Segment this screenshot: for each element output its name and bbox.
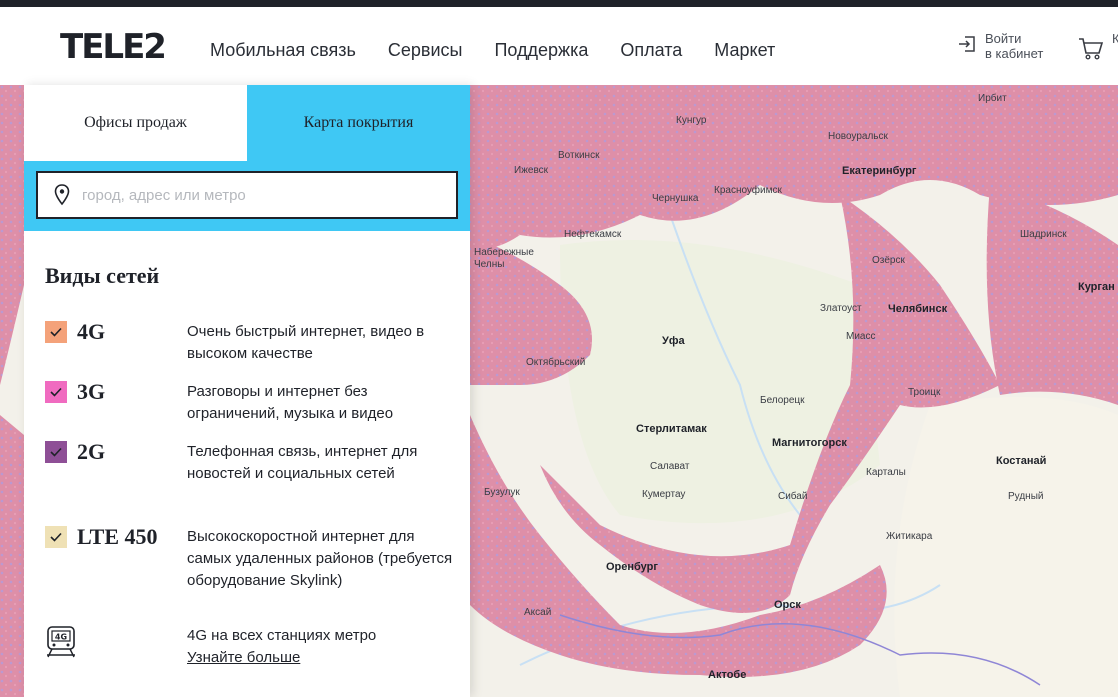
- tab-coverage-map[interactable]: Карта покрытия: [247, 85, 470, 161]
- network-description: Очень быстрый интернет, видео в высоком …: [187, 323, 425, 362]
- city-label: Ижевск: [514, 165, 549, 176]
- cart-label: К: [1112, 31, 1118, 46]
- checkbox-lte450[interactable]: [45, 526, 67, 548]
- city-label: Житикара: [886, 531, 933, 542]
- city-label: Рудный: [1008, 491, 1044, 502]
- learn-more-link[interactable]: Узнайте больше: [187, 647, 376, 669]
- login-line2: в кабинет: [985, 46, 1044, 61]
- network-description: Телефонная связь, интернет для новостей …: [187, 443, 418, 482]
- nav-support[interactable]: Поддержка: [494, 40, 588, 61]
- city-label: Уфа: [662, 335, 685, 347]
- city-label: Стерлитамак: [636, 423, 707, 435]
- location-pin-icon: [54, 184, 70, 206]
- network-name: 2G: [77, 439, 106, 464]
- metro-text: 4G на всех станциях метро: [187, 627, 377, 644]
- nav-mobile[interactable]: Мобильная связь: [210, 40, 356, 61]
- main-nav: Мобильная связь Сервисы Поддержка Оплата…: [210, 40, 807, 61]
- city-label: Челябинск: [888, 303, 948, 315]
- city-label: Октябрьский: [526, 357, 586, 368]
- coverage-panel: Офисы продаж Карта покрытия Виды сетей 4…: [24, 85, 470, 697]
- city-label: Кунгур: [676, 115, 707, 126]
- city-label: Салават: [650, 461, 690, 472]
- network-description: Разговоры и интернет без ограничений, му…: [187, 383, 394, 422]
- search-area: [24, 161, 470, 231]
- checkbox-2g[interactable]: [45, 441, 67, 463]
- city-label: Орск: [774, 599, 801, 611]
- city-label: Набережные Челны: [474, 247, 534, 270]
- panel-tabs: Офисы продаж Карта покрытия: [24, 85, 470, 161]
- city-label: Нефтекамск: [564, 229, 622, 240]
- cart-icon: [1079, 38, 1104, 60]
- nav-services[interactable]: Сервисы: [388, 40, 463, 61]
- address-search-input[interactable]: [82, 186, 442, 204]
- checkbox-4g[interactable]: [45, 321, 67, 343]
- site-header: TELE2 Мобильная связь Сервисы Поддержка …: [0, 7, 1118, 85]
- check-icon: [50, 532, 62, 542]
- network-name: LTE 450: [77, 524, 158, 549]
- check-icon: [50, 327, 62, 337]
- city-label: Костанай: [996, 455, 1047, 467]
- city-label: Екатеринбург: [842, 165, 917, 177]
- login-button[interactable]: Войти в кабинет: [958, 31, 1043, 61]
- network-description: Высокоскоростной интернет для самых удал…: [187, 528, 453, 589]
- city-label: Сибай: [778, 491, 808, 502]
- network-name: 4G: [77, 319, 106, 344]
- city-label: Красноуфимск: [714, 185, 782, 196]
- nav-market[interactable]: Маркет: [714, 40, 775, 61]
- network-types-title: Виды сетей: [45, 263, 160, 288]
- city-label: Оренбург: [606, 561, 658, 573]
- city-label: Кумертау: [642, 489, 686, 500]
- city-label: Актобе: [708, 669, 747, 681]
- city-label: Новоуральск: [828, 131, 888, 142]
- metro-train-icon: 4G: [47, 626, 75, 658]
- city-label: Магнитогорск: [772, 437, 847, 449]
- city-label: Курган: [1078, 281, 1115, 293]
- top-strip: [0, 0, 1118, 7]
- city-label: Бузулук: [484, 487, 520, 498]
- cart-button[interactable]: [1078, 37, 1104, 66]
- checkbox-3g[interactable]: [45, 381, 67, 403]
- city-label: Белорецк: [760, 395, 805, 406]
- city-label: Воткинск: [558, 150, 600, 161]
- city-label: Карталы: [866, 467, 906, 478]
- city-label: Озёрск: [872, 255, 905, 266]
- city-label: Аксай: [524, 607, 552, 618]
- tele2-logo[interactable]: TELE2: [60, 27, 167, 67]
- check-icon: [50, 447, 62, 457]
- city-label: Троицк: [908, 387, 941, 398]
- city-label: Шадринск: [1020, 229, 1067, 240]
- nav-payment[interactable]: Оплата: [620, 40, 682, 61]
- check-icon: [50, 387, 62, 397]
- metro-icon-label: 4G: [55, 633, 67, 642]
- city-label: Миасс: [846, 331, 876, 342]
- city-label: Златоуст: [820, 303, 862, 314]
- network-name: 3G: [77, 379, 106, 404]
- city-label: Чернушка: [652, 193, 699, 204]
- search-box: [36, 171, 458, 219]
- login-line1: Войти: [985, 31, 1022, 46]
- login-icon: [959, 36, 975, 52]
- city-label: Ирбит: [978, 93, 1007, 104]
- tab-sales-offices[interactable]: Офисы продаж: [24, 85, 247, 161]
